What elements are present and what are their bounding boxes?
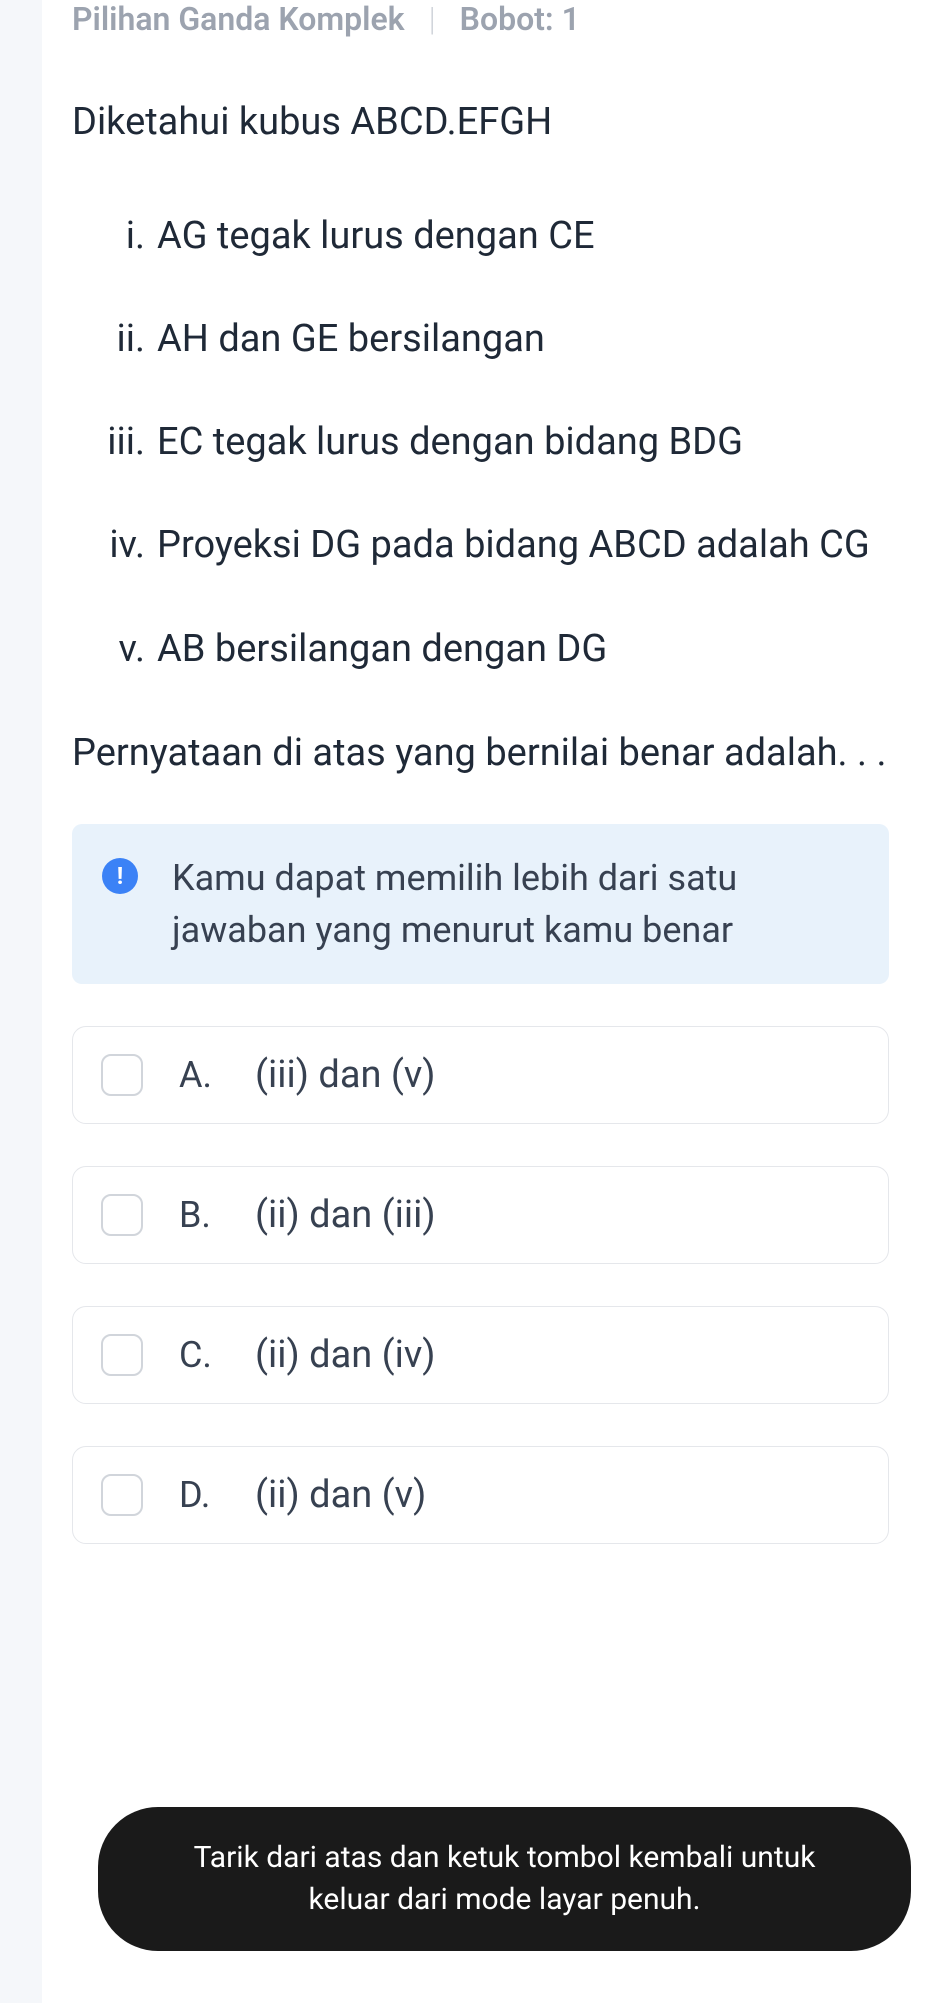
option-text: (iii) dan (v)	[255, 1053, 436, 1097]
info-text: Kamu dapat memilih lebih dari satu jawab…	[172, 852, 859, 956]
question-intro: Diketahui kubus ABCD.EFGH	[72, 96, 889, 149]
statement-marker: ii.	[102, 312, 157, 367]
option-letter: B.	[179, 1194, 219, 1236]
option-text: (ii) dan (iii)	[255, 1193, 436, 1237]
statement-item: i. AG tegak lurus dengan CE	[102, 209, 889, 264]
toast-text: Tarik dari atas dan ketuk tombol kembali…	[194, 1840, 816, 1917]
option-letter: D.	[179, 1474, 219, 1516]
statement-text: EC tegak lurus dengan bidang BDG	[157, 415, 889, 470]
statement-item: iv. Proyeksi DG pada bidang ABCD adalah …	[102, 518, 889, 573]
statement-marker: v.	[102, 622, 157, 677]
answer-options: A. (iii) dan (v) B. (ii) dan (iii) C. (i…	[72, 1026, 889, 1544]
statement-item: iii. EC tegak lurus dengan bidang BDG	[102, 415, 889, 470]
statement-text: AB bersilangan dengan DG	[157, 622, 889, 677]
info-icon	[102, 858, 138, 894]
statement-text: Proyeksi DG pada bidang ABCD adalah CG	[157, 518, 889, 573]
option-d[interactable]: D. (ii) dan (v)	[72, 1446, 889, 1544]
option-d-checkbox[interactable]	[101, 1474, 143, 1516]
statement-item: v. AB bersilangan dengan DG	[102, 622, 889, 677]
statement-text: AG tegak lurus dengan CE	[157, 209, 889, 264]
statement-marker: iii.	[102, 415, 157, 470]
header-divider: |	[429, 0, 436, 38]
question-card: Pilihan Ganda Komplek | Bobot: 1 Diketah…	[42, 0, 929, 2003]
statement-item: ii. AH dan GE bersilangan	[102, 312, 889, 367]
question-header: Pilihan Ganda Komplek | Bobot: 1	[72, 0, 889, 38]
option-a[interactable]: A. (iii) dan (v)	[72, 1026, 889, 1124]
statement-marker: iv.	[102, 518, 157, 573]
info-box: Kamu dapat memilih lebih dari satu jawab…	[72, 824, 889, 984]
fullscreen-toast: Tarik dari atas dan ketuk tombol kembali…	[98, 1807, 911, 1951]
question-weight-label: Bobot: 1	[460, 0, 580, 38]
option-letter: C.	[179, 1334, 219, 1376]
statement-marker: i.	[102, 209, 157, 264]
option-c[interactable]: C. (ii) dan (iv)	[72, 1306, 889, 1404]
statement-list: i. AG tegak lurus dengan CE ii. AH dan G…	[72, 209, 889, 676]
question-type-label: Pilihan Ganda Komplek	[72, 0, 405, 38]
statement-text: AH dan GE bersilangan	[157, 312, 889, 367]
option-text: (ii) dan (v)	[255, 1473, 426, 1517]
option-b-checkbox[interactable]	[101, 1194, 143, 1236]
option-c-checkbox[interactable]	[101, 1334, 143, 1376]
option-letter: A.	[179, 1054, 219, 1096]
option-b[interactable]: B. (ii) dan (iii)	[72, 1166, 889, 1264]
question-tail: Pernyataan di atas yang bernilai benar a…	[72, 725, 889, 782]
option-a-checkbox[interactable]	[101, 1054, 143, 1096]
option-text: (ii) dan (iv)	[255, 1333, 436, 1377]
